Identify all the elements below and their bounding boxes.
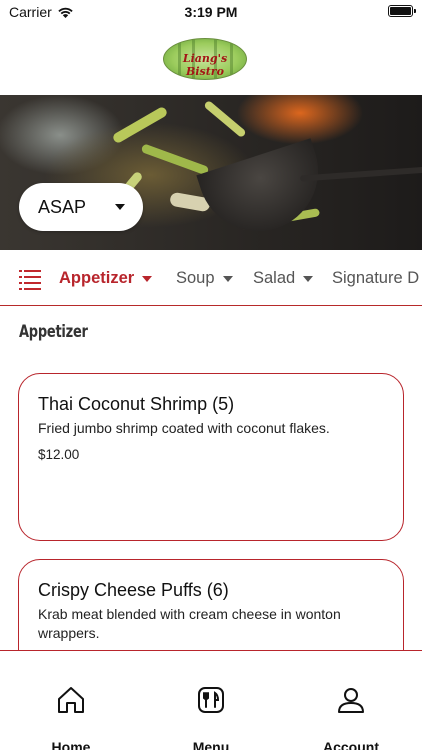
item-name: Thai Coconut Shrimp (5) <box>38 394 235 414</box>
chevron-down-icon <box>115 204 125 210</box>
category-tabs: Appetizer Soup Salad Signature D <box>0 252 422 306</box>
logo-text: Liang's Bistro <box>182 52 228 78</box>
menu-utensils-icon <box>198 687 224 713</box>
tab-salad[interactable]: Salad <box>253 269 314 288</box>
item-description: Fried jumbo shrimp coated with coconut f… <box>38 420 330 436</box>
nav-account[interactable]: Account <box>311 685 391 750</box>
status-bar: Carrier 3:19 PM <box>0 0 422 26</box>
nav-label: Account <box>323 739 379 750</box>
nav-label: Menu <box>192 739 230 750</box>
tab-label: Soup <box>176 269 215 287</box>
home-icon <box>58 687 84 713</box>
bottom-navigation: Home Menu Account <box>0 650 422 750</box>
tab-label: Appetizer <box>59 269 135 287</box>
restaurant-logo: Liang's Bistro <box>163 38 247 80</box>
battery-icon <box>388 5 416 17</box>
nav-label: Home <box>51 739 91 750</box>
order-time-label: ASAP <box>38 196 87 217</box>
category-list-icon[interactable] <box>19 269 41 290</box>
account-icon <box>338 688 364 713</box>
tab-signature[interactable]: Signature D <box>332 269 419 288</box>
chevron-down-icon <box>222 275 233 282</box>
item-name: Crispy Cheese Puffs (6) <box>38 580 229 600</box>
tab-soup[interactable]: Soup <box>176 269 233 288</box>
tab-label: Salad <box>253 269 296 287</box>
tab-label: Signature D <box>332 269 420 287</box>
tab-appetizer[interactable]: Appetizer <box>59 269 153 288</box>
status-time: 3:19 PM <box>184 4 238 20</box>
nav-menu[interactable]: Menu <box>171 685 251 750</box>
item-description: Krab meat blended with cream cheese in w… <box>38 606 341 641</box>
item-price: $12.00 <box>38 447 80 462</box>
section-title: Appetizer <box>19 322 88 342</box>
order-time-selector[interactable]: ASAP <box>19 183 143 231</box>
nav-home[interactable]: Home <box>31 685 111 750</box>
chevron-down-icon <box>142 275 153 282</box>
chevron-down-icon <box>303 275 314 282</box>
menu-item-card[interactable]: Thai Coconut Shrimp (5) Fried jumbo shri… <box>18 373 404 541</box>
